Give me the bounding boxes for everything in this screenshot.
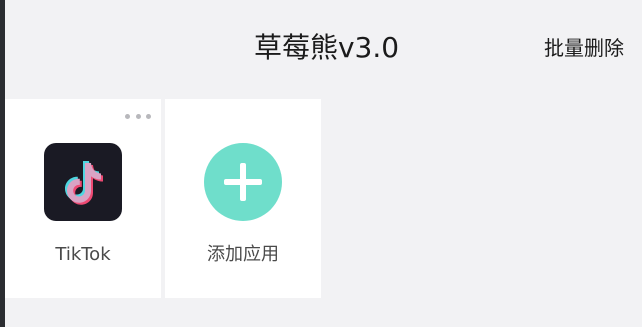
more-options-icon[interactable] <box>125 113 151 119</box>
tiktok-icon[interactable] <box>44 143 122 221</box>
app-label: TikTok <box>55 244 111 265</box>
app-card-tiktok[interactable]: TikTok <box>5 99 161 298</box>
add-icon[interactable] <box>204 143 282 221</box>
header: 草莓熊v3.0 批量删除 <box>5 0 642 96</box>
add-app-card[interactable]: 添加应用 <box>165 99 321 298</box>
batch-delete-button[interactable]: 批量删除 <box>544 34 624 62</box>
add-app-label: 添加应用 <box>207 244 279 265</box>
